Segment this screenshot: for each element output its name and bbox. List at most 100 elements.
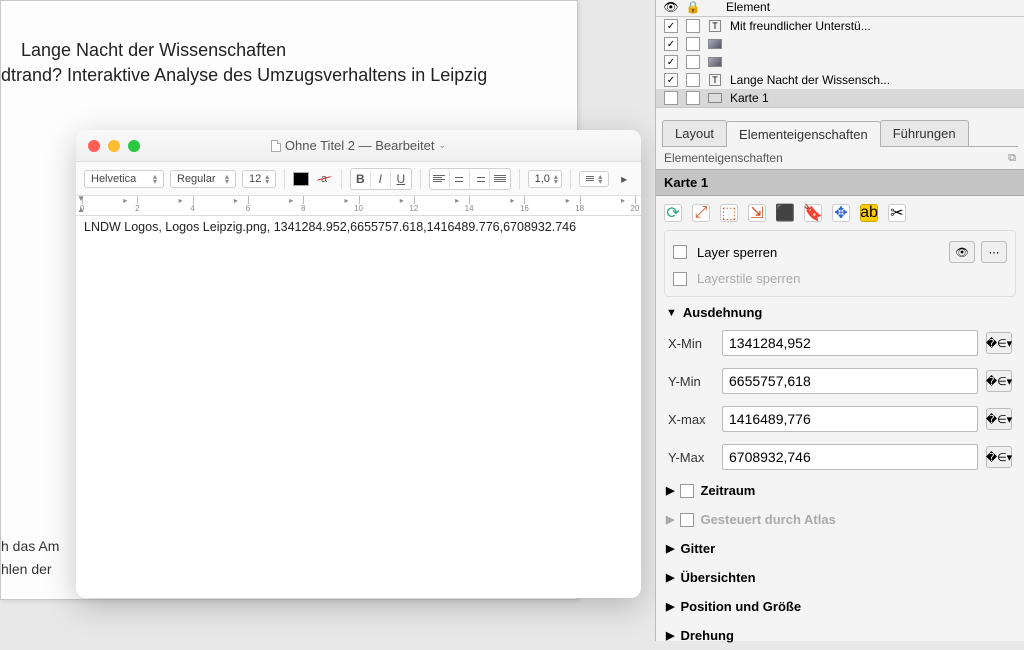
underline-button[interactable]: U	[391, 169, 411, 189]
alignment-group	[429, 168, 511, 190]
set-extent-icon[interactable]: ⬛	[776, 204, 794, 222]
textedit-window: Ohne Titel 2 — Bearbeitet ⌄ Helvetica▴▾ …	[76, 130, 641, 598]
lock-checkbox[interactable]	[686, 55, 700, 69]
atlas-checkbox	[680, 513, 694, 527]
visibility-checkbox[interactable]	[664, 91, 678, 105]
triangle-right-icon: ▶	[666, 513, 674, 526]
lock-layers-row: Layer sperren 👁 ⋯	[665, 237, 1015, 267]
ruler[interactable]: 02▸4▸6▸8▸10▸12▸14▸16▸18▸20▸▼▲	[76, 196, 641, 216]
element-header[interactable]: Element	[726, 0, 770, 14]
font-family-select[interactable]: Helvetica▴▾	[84, 170, 164, 188]
layer-row[interactable]: TLange Nacht der Wissensch...	[656, 71, 1024, 89]
visibility-checkbox[interactable]	[664, 37, 678, 51]
triangle-right-icon: ▶	[666, 629, 674, 642]
layer-row[interactable]: TMit freundlicher Unterstü...	[656, 17, 1024, 35]
extent-to-content-icon[interactable]: ⤢	[692, 204, 710, 222]
position-size-section[interactable]: ▶Position und Größe	[656, 592, 1024, 621]
xmin-override-button[interactable]: �∈▾	[986, 332, 1012, 354]
xmax-label: X-max	[668, 412, 714, 427]
ymax-input[interactable]	[722, 444, 978, 470]
layers-list: 👁 🔒 Element TMit freundlicher Unterstü..…	[656, 0, 1024, 108]
layer-label: Karte 1	[726, 91, 1020, 105]
layer-label: Mit freundlicher Unterstü...	[726, 19, 1020, 33]
label-settings-icon[interactable]: ab	[860, 204, 878, 222]
lock-styles-row: Layerstile sperren	[665, 267, 1015, 290]
window-title-text: Ohne Titel 2 — Bearbeitet	[285, 138, 435, 153]
visibility-checkbox[interactable]	[664, 55, 678, 69]
page-footer-1: h das Am	[1, 538, 59, 554]
ymin-row: Y-Min �∈▾	[656, 362, 1024, 400]
layer-row[interactable]: Karte 1	[656, 89, 1024, 107]
text-color-swatch[interactable]	[293, 172, 309, 186]
view-extent-icon[interactable]: ⬚	[720, 204, 738, 222]
tab-guides[interactable]: Führungen	[880, 120, 969, 146]
lock-header-icon: 🔒	[682, 0, 704, 14]
xmax-override-button[interactable]: �∈▾	[986, 408, 1012, 430]
lock-layers-preset[interactable]: ⋯	[981, 241, 1007, 263]
chevron-down-icon[interactable]: ⌄	[439, 140, 447, 151]
xmax-row: X-max �∈▾	[656, 400, 1024, 438]
font-weight-select[interactable]: Regular▴▾	[170, 170, 236, 188]
page-title-2: dtrand? Interaktive Analyse des Umzugsve…	[1, 65, 487, 86]
list-style-select[interactable]: ▴▾	[579, 171, 609, 187]
ymin-override-button[interactable]: �∈▾	[986, 370, 1012, 392]
font-size-select[interactable]: 12▴▾	[242, 170, 276, 188]
text-body[interactable]: LNDW Logos, Logos Leipzig.png, 1341284.9…	[76, 216, 641, 238]
xmin-row: X-Min �∈▾	[656, 324, 1024, 362]
visibility-checkbox[interactable]	[664, 73, 678, 87]
align-left-button[interactable]	[430, 169, 450, 189]
xmax-input[interactable]	[722, 406, 978, 432]
clip-icon[interactable]: ✂	[888, 204, 906, 222]
align-justify-button[interactable]	[490, 169, 510, 189]
titlebar[interactable]: Ohne Titel 2 — Bearbeitet ⌄	[76, 130, 641, 162]
xmin-input[interactable]	[722, 330, 978, 356]
extent-section-header[interactable]: ▼Ausdehnung	[656, 297, 1024, 324]
zeitraum-checkbox[interactable]	[680, 484, 694, 498]
triangle-right-icon: ▶	[666, 571, 674, 584]
selected-item-title: Karte 1	[656, 169, 1024, 196]
lock-checkbox[interactable]	[686, 91, 700, 105]
zeitraum-section[interactable]: ▶Zeitraum	[656, 476, 1024, 505]
refresh-icon[interactable]: ⟳	[664, 204, 682, 222]
uebersichten-section[interactable]: ▶Übersichten	[656, 563, 1024, 592]
detach-icon[interactable]: ⧉	[1008, 152, 1016, 165]
bookmark-icon[interactable]: 🔖	[804, 204, 822, 222]
tab-layout[interactable]: Layout	[662, 120, 727, 146]
lock-layers-options[interactable]: 👁	[949, 241, 975, 263]
layer-label: Lange Nacht der Wissensch...	[726, 73, 1020, 87]
set-scale-icon[interactable]: ⇲	[748, 204, 766, 222]
ymin-input[interactable]	[722, 368, 978, 394]
line-spacing-select[interactable]: 1,0▴▾	[528, 170, 563, 188]
lock-styles-label: Layerstile sperren	[697, 271, 800, 286]
drehung-section[interactable]: ▶Drehung	[656, 621, 1024, 650]
ymin-label: Y-Min	[668, 374, 714, 389]
text-strike-color[interactable]: a	[315, 169, 333, 189]
layer-row[interactable]	[656, 53, 1024, 71]
ymax-override-button[interactable]: �∈▾	[986, 446, 1012, 468]
properties-panel: 👁 🔒 Element TMit freundlicher Unterstü..…	[655, 0, 1024, 641]
lock-checkbox[interactable]	[686, 73, 700, 87]
gitter-section[interactable]: ▶Gitter	[656, 534, 1024, 563]
lock-checkbox[interactable]	[686, 37, 700, 51]
layers-header: 👁 🔒 Element	[656, 0, 1024, 17]
image-icon	[707, 38, 723, 50]
ymax-row: Y-Max �∈▾	[656, 438, 1024, 476]
lock-styles-checkbox	[673, 272, 687, 286]
align-center-button[interactable]	[450, 169, 470, 189]
triangle-right-icon: ▶	[666, 484, 674, 497]
image-icon	[707, 56, 723, 68]
bold-italic-underline-group: B I U	[350, 168, 412, 190]
tab-element-properties[interactable]: Elementeigenschaften	[726, 121, 881, 147]
bold-button[interactable]: B	[351, 169, 371, 189]
layer-row[interactable]	[656, 35, 1024, 53]
atlas-section: ▶Gesteuert durch Atlas	[656, 505, 1024, 534]
lock-checkbox[interactable]	[686, 19, 700, 33]
visibility-checkbox[interactable]	[664, 19, 678, 33]
document-icon	[271, 140, 281, 152]
align-right-button[interactable]	[470, 169, 490, 189]
interactive-edit-icon[interactable]: ✥	[832, 204, 850, 222]
page-footer-2: hlen der	[1, 561, 52, 577]
italic-button[interactable]: I	[371, 169, 391, 189]
lock-layers-checkbox[interactable]	[673, 245, 687, 259]
indent-right-button[interactable]: ▸	[615, 169, 633, 189]
